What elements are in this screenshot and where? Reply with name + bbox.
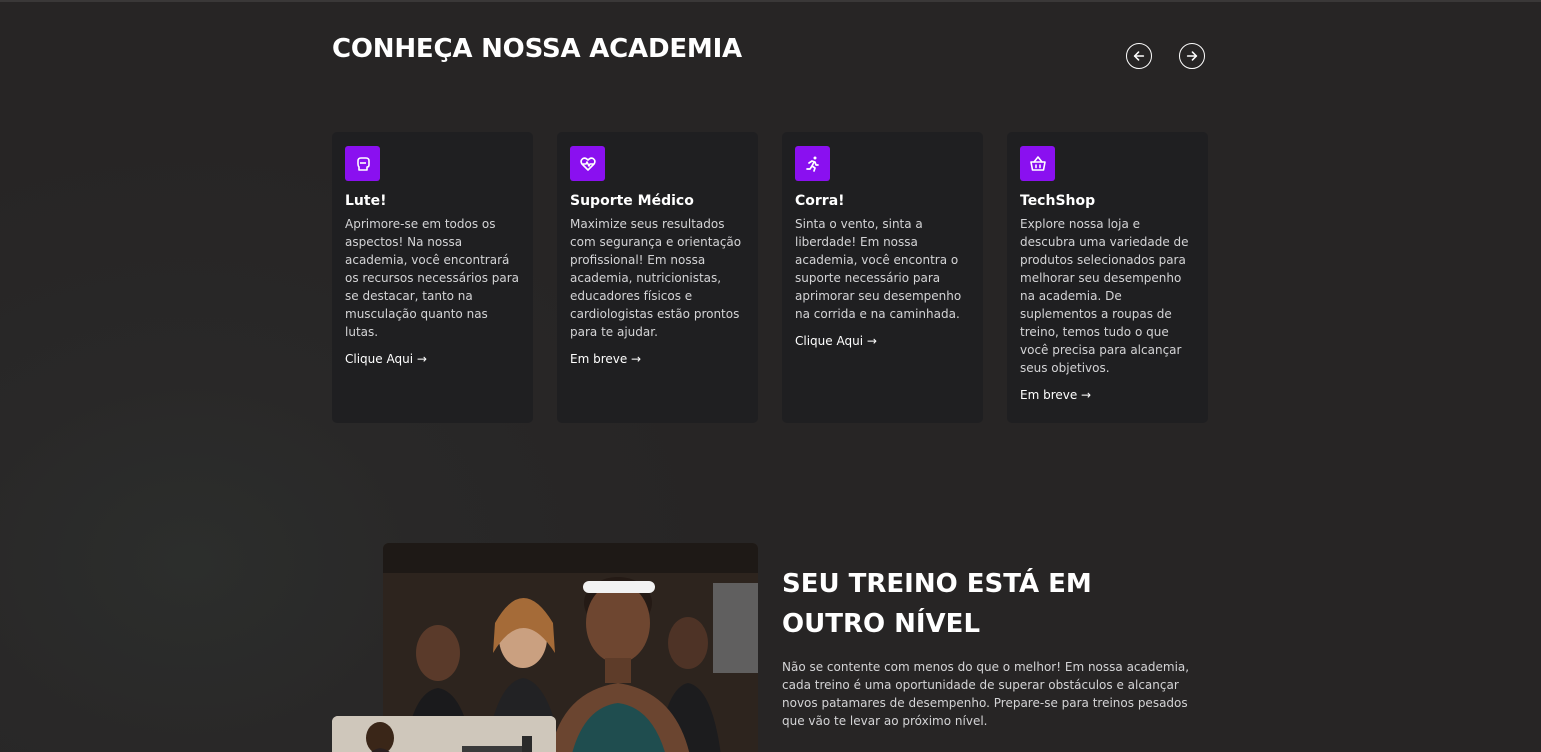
- arrow-right-icon: [1186, 51, 1198, 61]
- promo-title: SEU TREINO ESTÁ EM OUTRO NÍVEL: [782, 569, 1092, 639]
- page: CONHEÇA NOSSA ACADEMIA Lute! Aprimore-se…: [0, 0, 1541, 752]
- running-person-icon: [795, 146, 830, 181]
- card-text: Aprimore-se em todos os aspectos! Na nos…: [345, 217, 520, 339]
- card-title: Suporte Médico: [570, 193, 694, 209]
- carousel-next-button[interactable]: [1179, 43, 1205, 69]
- feature-card-lute: Lute! Aprimore-se em todos os aspectos! …: [332, 132, 533, 423]
- card-link[interactable]: Em breve →: [570, 352, 641, 366]
- feature-card-techshop: TechShop Explore nossa loja e descubra u…: [1007, 132, 1208, 423]
- shopping-basket-icon: [1020, 146, 1055, 181]
- card-title: Corra!: [795, 193, 845, 209]
- card-text: Maximize seus resultados com segurança e…: [570, 217, 742, 339]
- heart-pulse-icon: [570, 146, 605, 181]
- card-link[interactable]: Clique Aqui →: [795, 334, 877, 348]
- feature-card-suporte-medico: Suporte Médico Maximize seus resultados …: [557, 132, 758, 423]
- carousel-prev-button[interactable]: [1126, 43, 1152, 69]
- card-link[interactable]: Clique Aqui →: [345, 352, 427, 366]
- boxing-glove-icon: [345, 146, 380, 181]
- feature-card-corra: Corra! Sinta o vento, sinta a liberdade!…: [782, 132, 983, 423]
- card-text: Sinta o vento, sinta a liberdade! Em nos…: [795, 217, 962, 321]
- gym-training-photo: [332, 716, 556, 752]
- card-link[interactable]: Em breve →: [1020, 388, 1091, 402]
- promo-text: Não se contente com menos do que o melho…: [782, 660, 1190, 728]
- card-title: TechShop: [1020, 193, 1096, 209]
- section-title: CONHEÇA NOSSA ACADEMIA: [332, 34, 742, 64]
- card-text: Explore nossa loja e descubra uma varied…: [1020, 217, 1189, 375]
- card-title: Lute!: [345, 193, 387, 209]
- arrow-left-icon: [1133, 51, 1145, 61]
